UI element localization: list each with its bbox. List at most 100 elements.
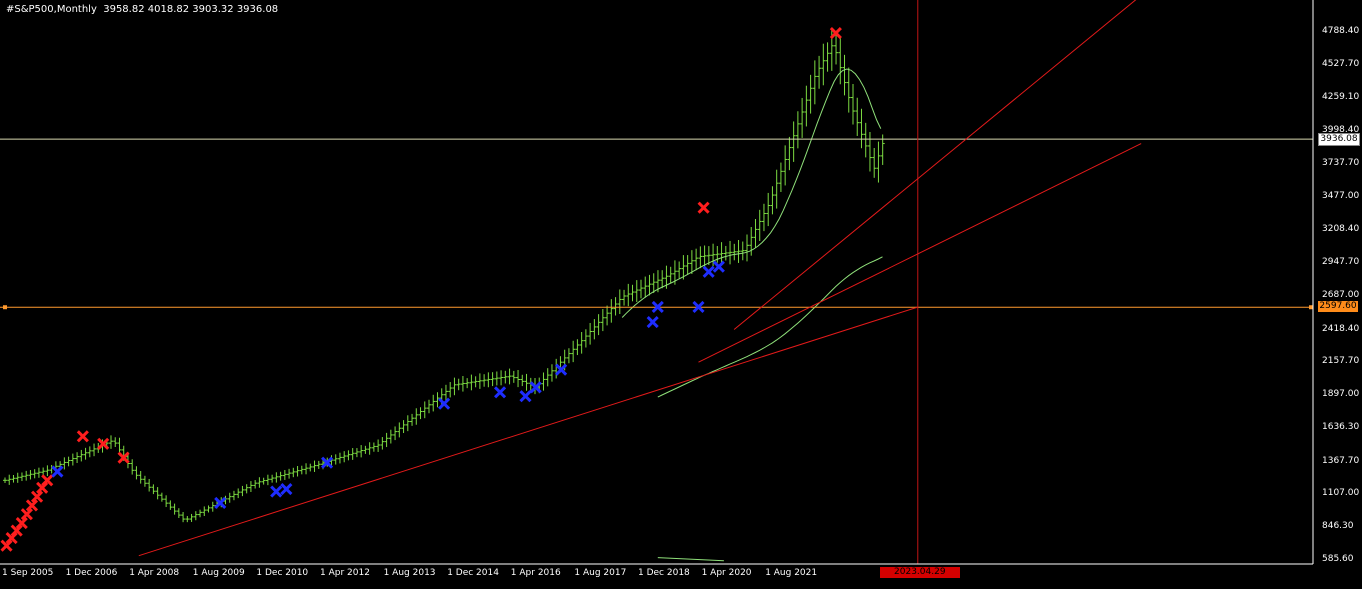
price-bar [261, 477, 266, 485]
price-tick-label: 1107.00 [1322, 488, 1360, 499]
price-bar [431, 394, 436, 412]
price-tick-label: 1897.00 [1322, 389, 1360, 400]
price-bar [499, 370, 504, 386]
time-tick-label: 1 Apr 2020 [701, 568, 752, 578]
price-bar [791, 121, 796, 162]
price-bar [312, 460, 317, 472]
price-tick-label: 1367.70 [1322, 455, 1360, 466]
price-bar [516, 369, 521, 388]
price-bar [668, 266, 673, 284]
price-bar [291, 467, 296, 478]
price-bar [282, 469, 287, 480]
price-bar [304, 463, 309, 475]
level-line-handle-left [3, 305, 7, 310]
sell-signal-marker [76, 430, 89, 443]
price-bar [647, 274, 652, 296]
price-bar [855, 97, 860, 136]
price-tick-label: 4259.10 [1322, 92, 1360, 103]
price-bar [698, 246, 703, 269]
time-tick-label: 1 Aug 2013 [383, 568, 436, 578]
price-bar [694, 248, 699, 271]
price-bar [414, 408, 419, 425]
price-bar [460, 376, 465, 392]
price-bar [825, 42, 830, 72]
level-price-badge: 2597.60 [1318, 301, 1358, 313]
price-bar [761, 203, 766, 232]
price-bar [736, 240, 741, 263]
price-bar [316, 460, 321, 469]
price-bar [278, 471, 283, 481]
price-bar [452, 377, 457, 396]
ohlc-values: 3958.82 4018.82 3903.32 3936.08 [103, 4, 279, 15]
sell-signal-marker [25, 499, 39, 512]
price-bar [295, 465, 300, 477]
price-bar [482, 374, 487, 387]
trendline [733, 0, 1137, 330]
price-bar [876, 141, 881, 183]
time-tick-label: 1 Apr 2012 [320, 568, 370, 578]
time-tick-label: 1 Dec 2006 [65, 568, 118, 578]
price-bar [842, 54, 847, 96]
price-bar [253, 480, 258, 489]
price-bar [3, 477, 7, 484]
price-tick-label: 2947.70 [1322, 257, 1360, 268]
price-bar [600, 309, 605, 332]
symbol-header: #S&P500,Monthly 3958.82 4018.82 3903.32 … [6, 4, 278, 15]
price-bar [745, 234, 749, 262]
price-bar [142, 475, 147, 487]
price-bar [185, 515, 190, 523]
chart-area[interactable]: #S&P500,Monthly 3958.82 4018.82 3903.32 … [0, 0, 1362, 588]
price-bar [138, 470, 143, 484]
price-bar [418, 407, 423, 420]
price-bar [240, 485, 245, 497]
price-tick-label: 2687.00 [1322, 290, 1360, 300]
price-bar [32, 469, 37, 479]
price-bar [350, 448, 355, 460]
price-chart[interactable] [0, 0, 1362, 584]
price-bar [70, 453, 75, 466]
price-bar [473, 376, 478, 388]
price-bar [465, 378, 470, 389]
price-tick-label: 3477.00 [1322, 190, 1360, 201]
price-bar [723, 245, 728, 261]
price-bar [405, 415, 410, 432]
time-tick-label: 1 Dec 2018 [638, 568, 690, 578]
price-bar [469, 374, 474, 391]
price-bar [753, 219, 758, 248]
price-bar [588, 322, 593, 345]
price-bar [817, 55, 822, 89]
price-bar [164, 495, 169, 508]
price-bar [24, 470, 29, 481]
price-bar [168, 500, 173, 510]
price-bar [592, 319, 597, 340]
signal-markers [0, 26, 842, 552]
price-bar [660, 270, 665, 289]
price-bar [342, 451, 347, 463]
time-tick-label: 1 Apr 2008 [129, 568, 180, 578]
price-bar [448, 382, 453, 398]
price-bar [333, 454, 338, 465]
price-bar [605, 305, 610, 326]
price-bar [265, 474, 270, 486]
buy-signal-marker [702, 265, 715, 278]
price-bar [630, 284, 635, 302]
buy-signal-marker [646, 315, 659, 329]
price-bar [583, 329, 588, 348]
price-bar [872, 147, 877, 178]
price-bar [867, 131, 872, 172]
buy-signal-marker [712, 260, 725, 273]
price-bar [189, 513, 194, 522]
current-price-badge: 3936.08 [1318, 133, 1360, 147]
price-bar [511, 370, 516, 383]
crosshair-date-badge: 2023.04.29 00:00 [879, 567, 960, 588]
price-bar [257, 477, 262, 488]
price-bar [477, 373, 482, 389]
price-bar [541, 372, 546, 391]
sell-signal-marker [20, 508, 33, 521]
price-tick-label: 4788.40 [1322, 26, 1360, 36]
price-bar [821, 43, 826, 86]
time-tick-label: 1 Aug 2009 [192, 568, 245, 578]
price-bar [766, 192, 771, 227]
price-bar [388, 429, 393, 444]
price-bar [287, 468, 292, 479]
